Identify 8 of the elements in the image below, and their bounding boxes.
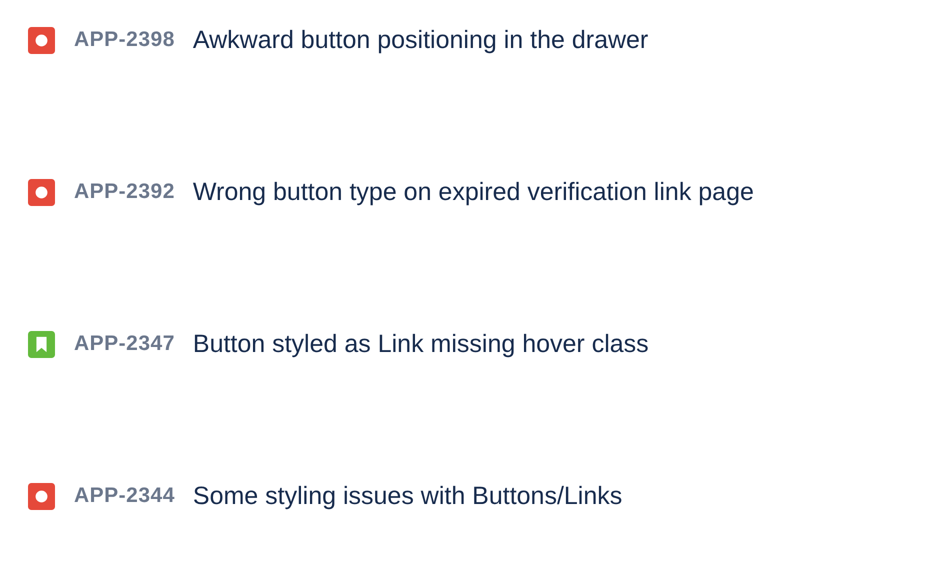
- issue-summary[interactable]: Awkward button positioning in the drawer: [192, 26, 648, 54]
- issue-summary[interactable]: Button styled as Link missing hover class: [192, 330, 649, 358]
- issue-key[interactable]: APP-2344: [74, 484, 175, 508]
- issue-key[interactable]: APP-2392: [74, 180, 175, 204]
- issue-key[interactable]: APP-2398: [74, 28, 175, 52]
- issue-key[interactable]: APP-2347: [74, 332, 175, 356]
- issue-summary[interactable]: Wrong button type on expired verification link page: [192, 178, 754, 206]
- issue-summary[interactable]: Some styling issues with Buttons/Links: [192, 482, 622, 510]
